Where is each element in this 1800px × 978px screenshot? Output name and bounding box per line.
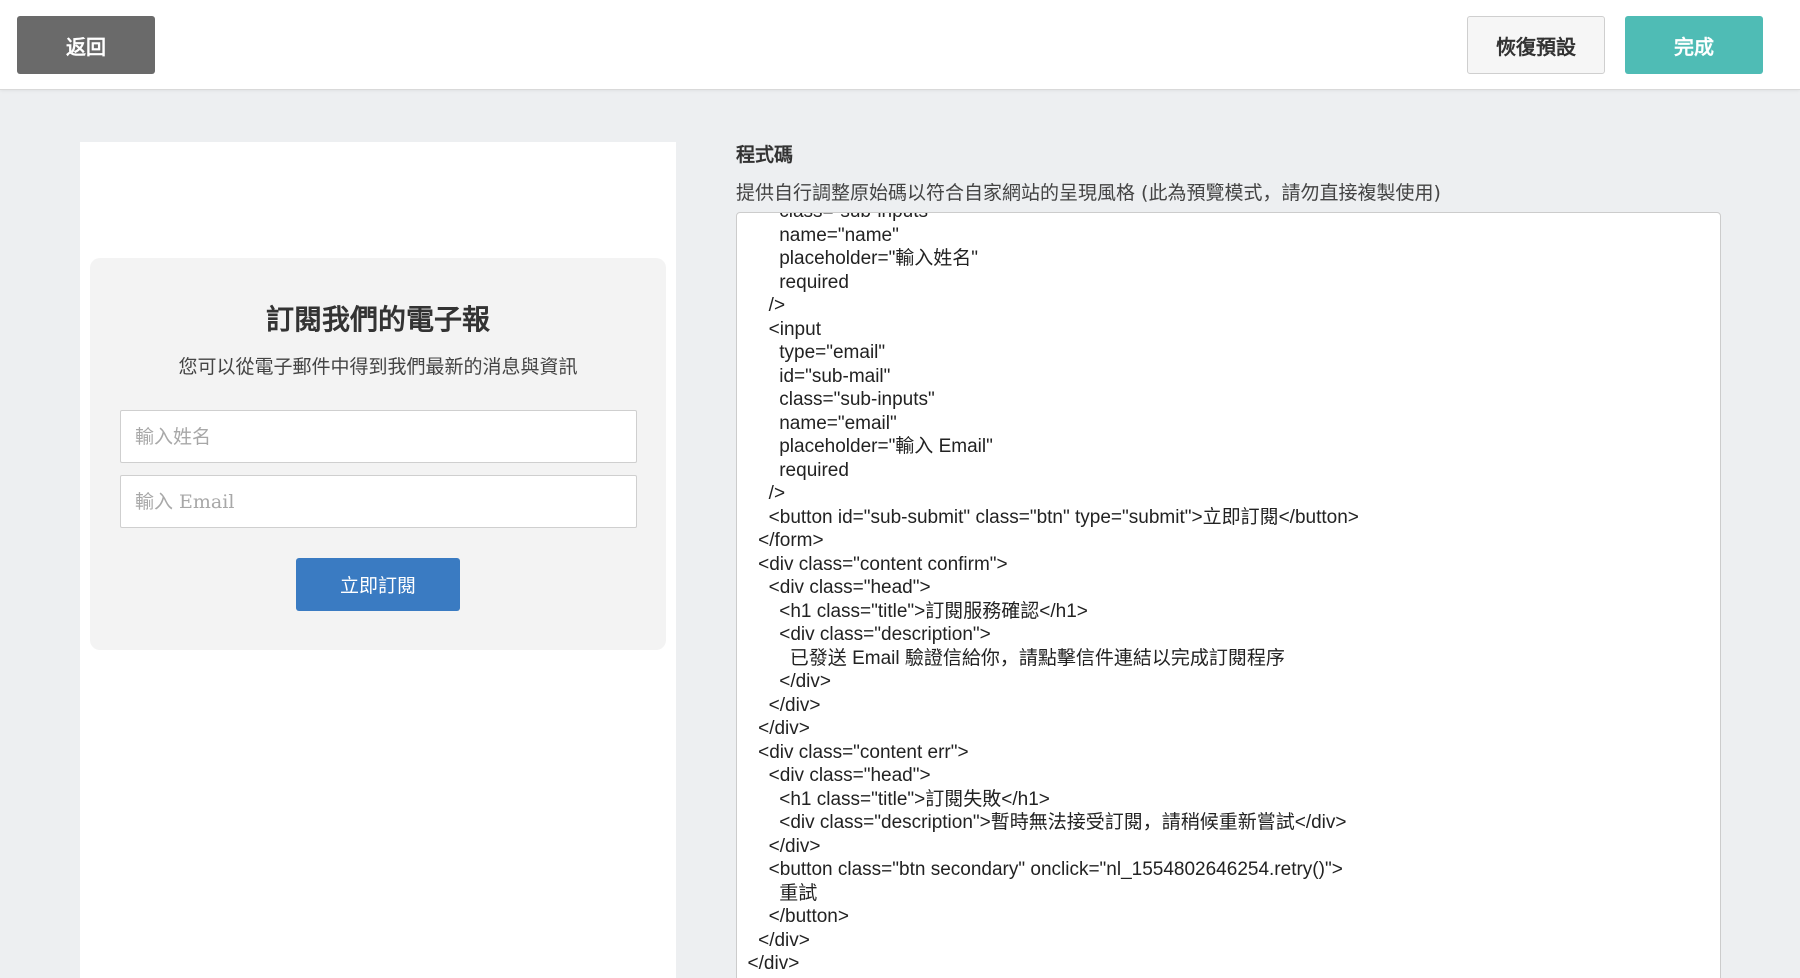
code-line: </div> (737, 671, 831, 692)
code-line: name="name" (737, 224, 899, 246)
preview-panel: 訂閱我們的電子報 您可以從電子郵件中得到我們最新的消息與資訊 立即訂閱 (80, 142, 676, 978)
name-input[interactable] (120, 410, 637, 463)
code-line: placeholder="輸入 Email" (737, 436, 993, 457)
done-button[interactable]: 完成 (1625, 16, 1763, 74)
newsletter-form-preview: 訂閱我們的電子報 您可以從電子郵件中得到我們最新的消息與資訊 立即訂閱 (90, 258, 666, 650)
email-input[interactable] (120, 475, 637, 528)
code-line: type="email" (737, 342, 886, 363)
code-line: /> (737, 295, 786, 316)
code-line: <h1 class="title">訂閱失敗</h1> (737, 788, 1050, 810)
code-line: </form> (737, 530, 824, 551)
code-label: 程式碼 (736, 144, 794, 166)
code-line: <div class="content confirm"> (737, 553, 1008, 575)
code-line: placeholder="輸入姓名" (737, 248, 979, 269)
code-line: </div> (737, 929, 810, 951)
code-line: 已發送 Email 驗證信給你，請點擊信件連結以完成訂閱程序 (737, 647, 1285, 669)
code-line: class="sub-inputs" (737, 389, 935, 410)
restore-default-button[interactable]: 恢復預設 (1467, 16, 1605, 74)
top-toolbar: 返回 恢復預設 完成 (0, 0, 1800, 90)
code-editor[interactable]: class="sub-inputs" name="name" placehold… (736, 212, 1721, 978)
code-line: </div> (737, 835, 821, 857)
form-description: 您可以從電子郵件中得到我們最新的消息與資訊 (178, 356, 578, 378)
code-line: class="sub-inputs" (737, 213, 1720, 224)
code-line: <h1 class="title">訂閱服務確認</h1> (737, 600, 1088, 622)
code-line: name="email" (737, 412, 897, 434)
code-line: <div class="content err"> (737, 741, 969, 763)
code-line: <div class="description">暫時無法接受訂閱，請稍候重新嘗… (737, 812, 1347, 833)
code-line: </button> (737, 906, 849, 927)
code-line: <div class="head"> (737, 765, 931, 786)
code-line: </div> (737, 694, 821, 716)
code-line: /> (737, 483, 786, 504)
code-line: </div> (737, 718, 810, 739)
code-line: <div class="description"> (737, 624, 991, 645)
code-line: 重試 (737, 882, 818, 904)
subscribe-button[interactable]: 立即訂閱 (296, 558, 460, 611)
code-line: required (737, 271, 849, 293)
code-line: <input (737, 318, 821, 340)
code-line: </div> (737, 953, 800, 974)
code-lines: class="sub-inputs" name="name" placehold… (737, 213, 1720, 976)
code-line: required (737, 459, 849, 481)
form-title: 訂閱我們的電子報 (265, 303, 490, 336)
code-line: <div class="head"> (737, 577, 931, 598)
code-line: <button class="btn secondary" onclick="n… (737, 859, 1343, 880)
back-button[interactable]: 返回 (17, 16, 155, 74)
code-line: <button id="sub-submit" class="btn" type… (737, 506, 1359, 528)
code-hint: 提供自行調整原始碼以符合自家網站的呈現風格 (此為預覽模式，請勿直接複製使用) (736, 182, 1441, 204)
code-line: id="sub-mail" (737, 365, 891, 387)
